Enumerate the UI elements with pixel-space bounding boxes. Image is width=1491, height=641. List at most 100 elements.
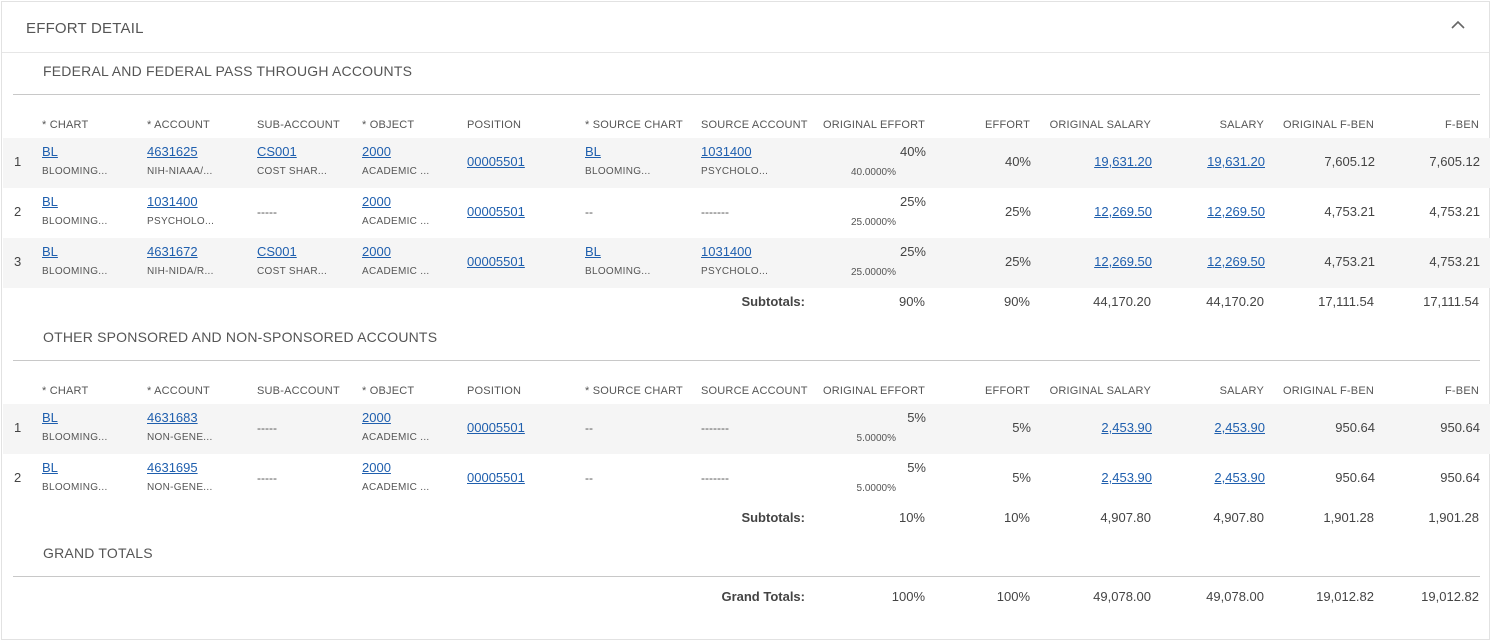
original-salary-link[interactable]: 19,631.20	[1052, 154, 1152, 169]
table-row: 3 BL BLOOMING... 4631672 NIH-NIDA/R... C…	[3, 238, 1490, 288]
source-account-link[interactable]: 1031400	[701, 144, 752, 159]
section-title-federal: FEDERAL AND FEDERAL PASS THROUGH ACCOUNT…	[43, 63, 413, 79]
position-link[interactable]: 00005501	[467, 154, 525, 169]
object-link[interactable]: 2000	[362, 194, 391, 209]
sub-account-link[interactable]: CS001	[257, 244, 297, 259]
subtotals-label: Subtotals:	[741, 294, 805, 309]
col-header-fben: F-BEN	[1445, 119, 1479, 131]
original-effort-precise: 5.0000%	[856, 433, 896, 444]
fben: 950.64	[1440, 420, 1480, 435]
table-row: 1 BL BLOOMING... 4631683 NON-GENE... ---…	[3, 404, 1490, 454]
original-effort: 5%	[907, 410, 926, 425]
original-fben: 4,753.21	[1324, 204, 1375, 219]
original-fben: 4,753.21	[1324, 254, 1375, 269]
salary-link[interactable]: 19,631.20	[1165, 154, 1265, 169]
source-chart-link[interactable]: BL	[585, 244, 601, 259]
account-link[interactable]: 1031400	[147, 194, 198, 209]
account-link[interactable]: 4631625	[147, 144, 198, 159]
object-link[interactable]: 2000	[362, 460, 391, 475]
original-effort: 5%	[907, 460, 926, 475]
effort: 5%	[1012, 470, 1031, 485]
original-salary-link[interactable]: 12,269.50	[1052, 204, 1152, 219]
position-link[interactable]: 00005501	[467, 204, 525, 219]
original-effort: 25%	[899, 194, 926, 209]
original-fben: 7,605.12	[1324, 154, 1375, 169]
subtotal-salary: 44,170.20	[1206, 294, 1264, 309]
grand-original-salary: 49,078.00	[1093, 589, 1151, 604]
col-header-account: * ACCOUNT	[147, 119, 210, 131]
original-fben: 950.64	[1335, 420, 1375, 435]
chart-link[interactable]: BL	[42, 410, 58, 425]
col-header-original-effort: ORIGINAL EFFORT	[822, 119, 925, 131]
subtotal-original-fben: 17,111.54	[1318, 294, 1374, 309]
row-number: 1	[14, 154, 22, 169]
chart-link[interactable]: BL	[42, 244, 58, 259]
position-link[interactable]: 00005501	[467, 254, 525, 269]
account-link[interactable]: 4631672	[147, 244, 198, 259]
chart-link[interactable]: BL	[42, 194, 58, 209]
col-header-chart: * CHART	[42, 119, 89, 131]
salary-link[interactable]: 2,453.90	[1165, 470, 1265, 485]
collapse-button[interactable]	[1444, 12, 1472, 38]
subtotal-effort: 90%	[1003, 294, 1030, 309]
salary-link[interactable]: 12,269.50	[1165, 204, 1265, 219]
subtotal-fben: 1,901.28	[1428, 510, 1479, 525]
subtotal-original-effort: 10%	[898, 510, 925, 525]
col-header-source-account: SOURCE ACCOUNT	[701, 385, 808, 397]
grand-salary: 49,078.00	[1206, 589, 1264, 604]
row-number: 1	[14, 420, 22, 435]
original-effort-precise: 40.0000%	[850, 167, 896, 178]
chart-description: BLOOMING...	[42, 216, 108, 227]
col-header-chart: * CHART	[42, 385, 89, 397]
table-row: 1 BL BLOOMING... 4631625 NIH-NIAAA/... C…	[3, 138, 1490, 188]
account-link[interactable]: 4631683	[147, 410, 198, 425]
col-header-source-account: SOURCE ACCOUNT	[701, 119, 808, 131]
object-link[interactable]: 2000	[362, 410, 391, 425]
original-salary-link[interactable]: 2,453.90	[1052, 470, 1152, 485]
source-chart-empty: --	[585, 205, 593, 219]
source-chart-empty: --	[585, 421, 593, 435]
salary-link[interactable]: 2,453.90	[1165, 420, 1265, 435]
sub-account-link[interactable]: CS001	[257, 144, 297, 159]
fben: 7,605.12	[1429, 154, 1480, 169]
object-link[interactable]: 2000	[362, 244, 391, 259]
fben: 4,753.21	[1429, 254, 1480, 269]
account-description: NON-GENE...	[147, 432, 213, 443]
section-title-grand-totals: GRAND TOTALS	[43, 545, 153, 561]
sub-account-empty: -----	[257, 205, 277, 219]
chart-link[interactable]: BL	[42, 460, 58, 475]
effort: 25%	[1004, 204, 1031, 219]
fben: 950.64	[1440, 470, 1480, 485]
object-link[interactable]: 2000	[362, 144, 391, 159]
subtotal-original-effort: 90%	[898, 294, 925, 309]
sub-account-description: COST SHAR...	[257, 266, 328, 277]
col-header-source-chart: * SOURCE CHART	[585, 119, 683, 131]
source-account-empty: -------	[701, 205, 729, 219]
position-link[interactable]: 00005501	[467, 420, 525, 435]
original-salary-link[interactable]: 12,269.50	[1052, 254, 1152, 269]
effort: 40%	[1004, 154, 1031, 169]
position-link[interactable]: 00005501	[467, 470, 525, 485]
object-description: ACADEMIC ...	[362, 266, 430, 277]
col-header-object: * OBJECT	[362, 119, 415, 131]
object-description: ACADEMIC ...	[362, 216, 430, 227]
subtotal-original-salary: 4,907.80	[1100, 510, 1151, 525]
col-header-position: POSITION	[467, 385, 522, 397]
source-chart-link[interactable]: BL	[585, 144, 601, 159]
account-description: PSYCHOLO...	[147, 216, 215, 227]
source-account-link[interactable]: 1031400	[701, 244, 752, 259]
subtotal-fben: 17,111.54	[1423, 294, 1479, 309]
account-link[interactable]: 4631695	[147, 460, 198, 475]
col-header-sub-account: SUB-ACCOUNT	[257, 119, 340, 131]
row-number: 2	[14, 470, 22, 485]
salary-link[interactable]: 12,269.50	[1165, 254, 1265, 269]
chart-link[interactable]: BL	[42, 144, 58, 159]
panel-header: EFFORT DETAIL	[2, 2, 1489, 53]
sub-account-empty: -----	[257, 471, 277, 485]
fben: 4,753.21	[1429, 204, 1480, 219]
account-description: NIH-NIDA/R...	[147, 266, 214, 277]
subtotal-salary: 4,907.80	[1213, 510, 1264, 525]
grand-original-fben: 19,012.82	[1316, 589, 1374, 604]
original-salary-link[interactable]: 2,453.90	[1052, 420, 1152, 435]
grand-effort: 100%	[996, 589, 1030, 604]
